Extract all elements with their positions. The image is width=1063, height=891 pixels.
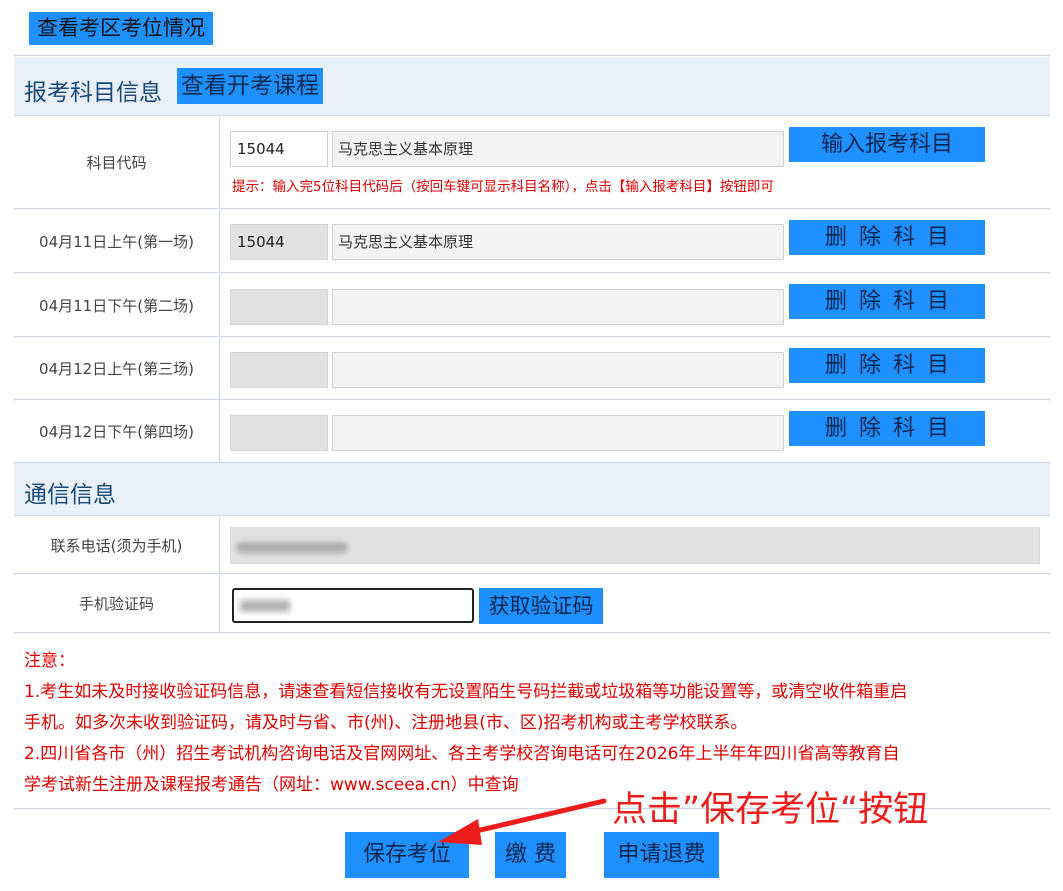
session-name-field-4 xyxy=(332,415,784,451)
subject-code-input[interactable]: 15044 xyxy=(230,131,328,167)
subject-section-header: 报考科目信息 查看开考课程 xyxy=(14,57,1050,116)
subject-code-hint: 提示：输入完5位科目代码后（按回车键可显示科目名称），点击【输入报考科目】按钮即… xyxy=(232,179,774,195)
session-label-1: 04月11日上午(第一场) xyxy=(14,210,220,272)
notice-line-1: 1.考生如未及时接收验证码信息，请速查看短信接收有无设置陌生号码拦截或垃圾箱等功… xyxy=(24,682,908,702)
contact-section-title: 通信信息 xyxy=(24,482,116,508)
session-name-field-1: 马克思主义基本原理 xyxy=(332,224,784,260)
subject-section-title: 报考科目信息 xyxy=(24,80,162,106)
view-exam-slots-button[interactable]: 查看考区考位情况 xyxy=(29,12,213,45)
session-code-field-1: 15044 xyxy=(230,224,328,260)
verify-code-row: 手机验证码 获取验证码 xyxy=(14,575,1050,633)
session-code-field-3 xyxy=(230,352,328,388)
refund-request-button[interactable]: 申请退费 xyxy=(604,832,719,878)
session-code-field-4 xyxy=(230,415,328,451)
phone-row: 联系电话(须为手机) xyxy=(14,517,1050,574)
session-name-field-2 xyxy=(332,289,784,325)
subject-name-field: 马克思主义基本原理 xyxy=(332,131,784,167)
subject-code-label: 科目代码 xyxy=(14,117,220,208)
session-code-field-2 xyxy=(230,289,328,325)
pay-button[interactable]: 缴 费 xyxy=(495,832,566,878)
session-row-2: 04月11日下午(第二场) 删除科目 xyxy=(14,274,1050,337)
session-row-4: 04月12日下午(第四场) 删除科目 xyxy=(14,401,1050,463)
session-label-3: 04月12日上午(第三场) xyxy=(14,338,220,399)
session-label-2: 04月11日下午(第二场) xyxy=(14,274,220,336)
verify-code-label: 手机验证码 xyxy=(14,575,220,632)
session-row-1: 04月11日上午(第一场) 15044 马克思主义基本原理 删除科目 xyxy=(14,210,1050,273)
view-open-courses-button[interactable]: 查看开考课程 xyxy=(177,68,323,104)
verify-code-input[interactable] xyxy=(232,588,474,623)
notice-heading: 注意： xyxy=(24,651,75,671)
session-row-3: 04月12日上午(第三场) 删除科目 xyxy=(14,338,1050,400)
notice-line-3: 2.四川省各市（州）招生考试机构咨询电话及官网网址、各主考学校咨询电话可在202… xyxy=(24,744,900,764)
session-name-field-3 xyxy=(332,352,784,388)
session-label-4: 04月12日下午(第四场) xyxy=(14,401,220,462)
delete-subject-button-1[interactable]: 删除科目 xyxy=(789,220,985,255)
delete-subject-button-2[interactable]: 删除科目 xyxy=(789,284,985,319)
get-verify-code-button[interactable]: 获取验证码 xyxy=(479,588,603,624)
enter-subject-button[interactable]: 输入报考科目 xyxy=(789,127,985,162)
delete-subject-button-3[interactable]: 删除科目 xyxy=(789,348,985,383)
save-slot-button[interactable]: 保存考位 xyxy=(345,832,469,878)
subject-code-row: 科目代码 15044 马克思主义基本原理 输入报考科目 提示：输入完5位科目代码… xyxy=(14,117,1050,209)
blurred-phone-number xyxy=(237,542,347,553)
notice-line-2: 手机。如多次未收到验证码，请及时与省、市(州)、注册地县(市、区)招考机构或主考… xyxy=(24,713,748,733)
contact-section-header: 通信信息 xyxy=(14,463,1050,516)
delete-subject-button-4[interactable]: 删除科目 xyxy=(789,411,985,446)
phone-label: 联系电话(须为手机) xyxy=(14,517,220,573)
phone-number-field xyxy=(230,527,1040,564)
blurred-verify-code xyxy=(240,600,290,612)
annotation-text: 点击”保存考位“按钮 xyxy=(612,790,929,830)
